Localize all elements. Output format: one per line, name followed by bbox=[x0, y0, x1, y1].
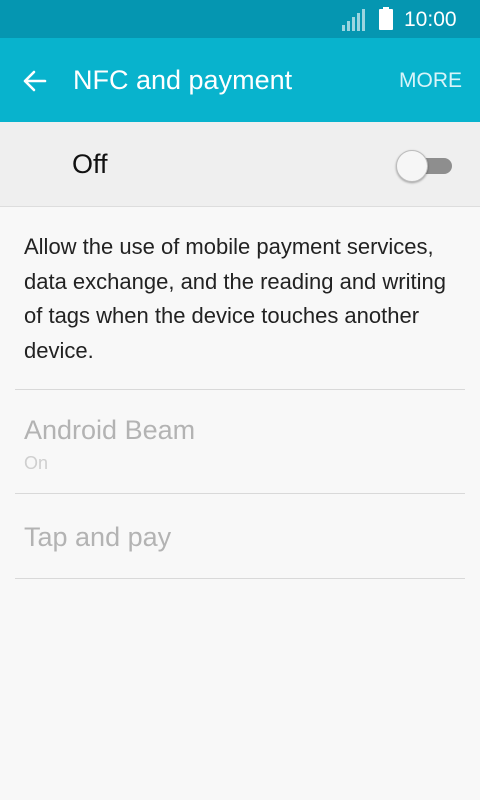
app-bar: NFC and payment MORE bbox=[0, 38, 480, 122]
status-bar: 10:00 bbox=[0, 0, 480, 38]
more-button[interactable]: MORE bbox=[399, 67, 462, 95]
nfc-toggle-switch[interactable] bbox=[396, 149, 454, 183]
master-switch-label: Off bbox=[72, 149, 108, 179]
tap-and-pay-title: Tap and pay bbox=[24, 522, 172, 552]
toggle-thumb bbox=[396, 150, 428, 182]
list-item-android-beam[interactable]: Android Beam On bbox=[0, 390, 480, 493]
android-beam-title: Android Beam bbox=[24, 415, 196, 445]
battery-icon bbox=[379, 7, 393, 30]
page-title: NFC and payment bbox=[73, 65, 293, 95]
list-item-tap-and-pay[interactable]: Tap and pay bbox=[0, 494, 480, 578]
nfc-description: Allow the use of mobile payment services… bbox=[24, 234, 446, 363]
arrow-left-icon[interactable] bbox=[18, 64, 52, 98]
signal-icon bbox=[342, 9, 365, 31]
status-time: 10:00 bbox=[404, 8, 457, 31]
divider bbox=[15, 578, 465, 579]
android-beam-status: On bbox=[24, 453, 49, 473]
nfc-master-switch-row[interactable]: Off bbox=[0, 122, 480, 207]
